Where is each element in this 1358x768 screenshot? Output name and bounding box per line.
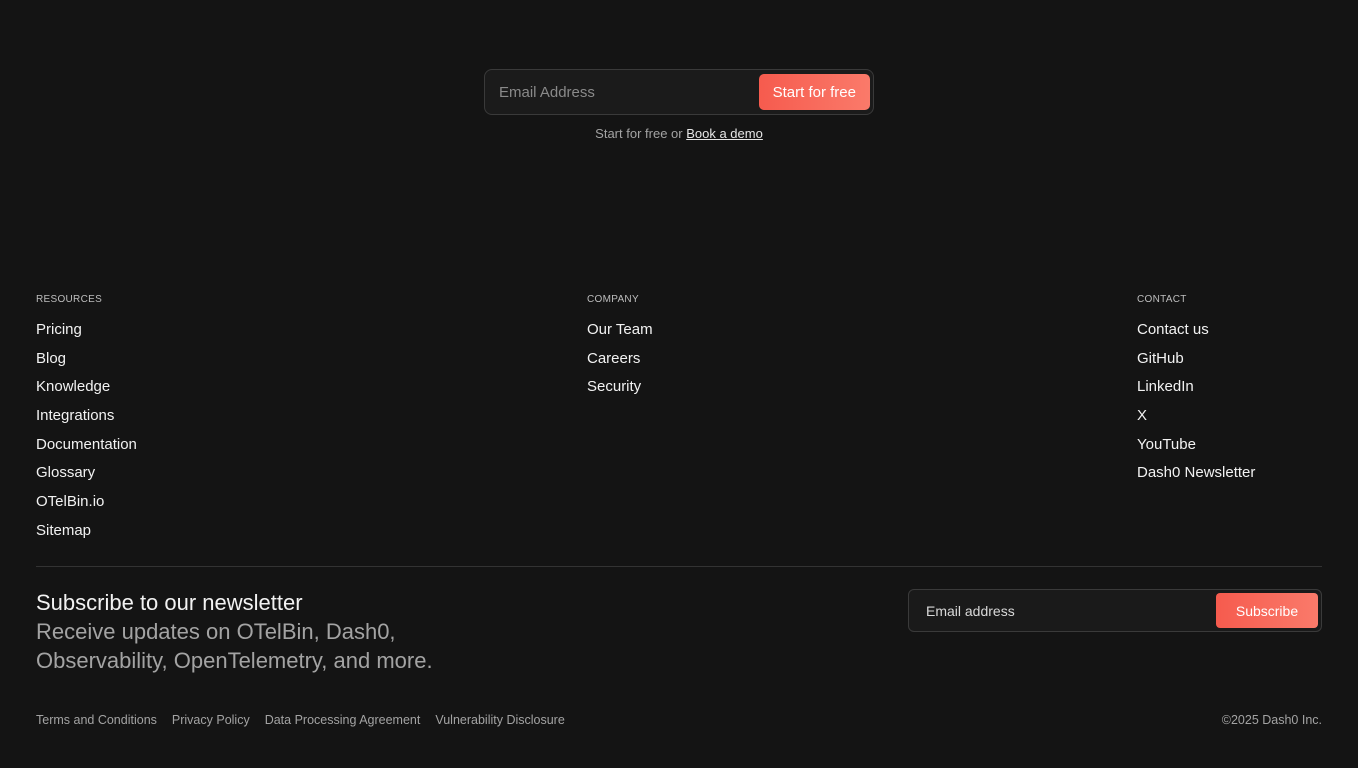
footer-column-company: COMPANY Our Team Careers Security — [587, 293, 653, 406]
footer-link-documentation[interactable]: Documentation — [36, 436, 137, 453]
newsletter-text: Subscribe to our newsletter Receive upda… — [36, 589, 506, 675]
hero-email-input[interactable] — [485, 70, 755, 114]
subscribe-button[interactable]: Subscribe — [1216, 593, 1318, 628]
footer-link-youtube[interactable]: YouTube — [1137, 436, 1196, 453]
footer-link-x[interactable]: X — [1137, 407, 1147, 424]
legal-link-privacy[interactable]: Privacy Policy — [172, 713, 250, 727]
contact-links: Contact us GitHub LinkedIn X YouTube Das… — [1137, 320, 1255, 492]
legal-links: Terms and Conditions Privacy Policy Data… — [36, 713, 565, 727]
newsletter-email-input[interactable] — [909, 590, 1209, 631]
copyright: ©2025 Dash0 Inc. — [1221, 713, 1322, 727]
footer-link-security[interactable]: Security — [587, 378, 641, 395]
footer-link-careers[interactable]: Careers — [587, 350, 640, 367]
resources-links: Pricing Blog Knowledge Integrations Docu… — [36, 320, 137, 550]
newsletter-form: Subscribe — [908, 589, 1322, 632]
hero-note: Start for free or Book a demo — [0, 126, 1358, 141]
footer-link-integrations[interactable]: Integrations — [36, 407, 114, 424]
footer-link-otelbin[interactable]: OTelBin.io — [36, 493, 104, 510]
resources-heading: RESOURCES — [36, 294, 103, 305]
footer-link-pricing[interactable]: Pricing — [36, 321, 82, 338]
footer-link-glossary[interactable]: Glossary — [36, 464, 95, 481]
legal-link-terms[interactable]: Terms and Conditions — [36, 713, 157, 727]
contact-heading: CONTACT — [1137, 294, 1187, 305]
footer-column-resources: RESOURCES Pricing Blog Knowledge Integra… — [36, 293, 137, 550]
book-demo-link[interactable]: Book a demo — [686, 126, 763, 141]
company-heading: COMPANY — [587, 294, 639, 305]
newsletter-title: Subscribe to our newsletter — [36, 590, 303, 615]
footer-link-github[interactable]: GitHub — [1137, 350, 1184, 367]
footer-column-contact: CONTACT Contact us GitHub LinkedIn X You… — [1137, 293, 1255, 492]
hero-note-text: Start for free or — [595, 126, 683, 141]
legal-link-vulnerability[interactable]: Vulnerability Disclosure — [435, 713, 564, 727]
start-for-free-button[interactable]: Start for free — [758, 74, 870, 110]
footer-link-blog[interactable]: Blog — [36, 350, 66, 367]
footer-link-sitemap[interactable]: Sitemap — [36, 522, 91, 539]
footer-link-our-team[interactable]: Our Team — [587, 321, 653, 338]
newsletter-subtitle: Receive updates on OTelBin, Dash0, Obser… — [36, 619, 433, 673]
footer-link-newsletter[interactable]: Dash0 Newsletter — [1137, 464, 1255, 481]
legal-link-dpa[interactable]: Data Processing Agreement — [265, 713, 421, 727]
hero-signup-form: Start for free — [484, 69, 874, 115]
footer-divider — [36, 566, 1322, 567]
footer-link-knowledge[interactable]: Knowledge — [36, 378, 110, 395]
footer-link-contact-us[interactable]: Contact us — [1137, 321, 1209, 338]
company-links: Our Team Careers Security — [587, 320, 653, 406]
footer-link-linkedin[interactable]: LinkedIn — [1137, 378, 1194, 395]
